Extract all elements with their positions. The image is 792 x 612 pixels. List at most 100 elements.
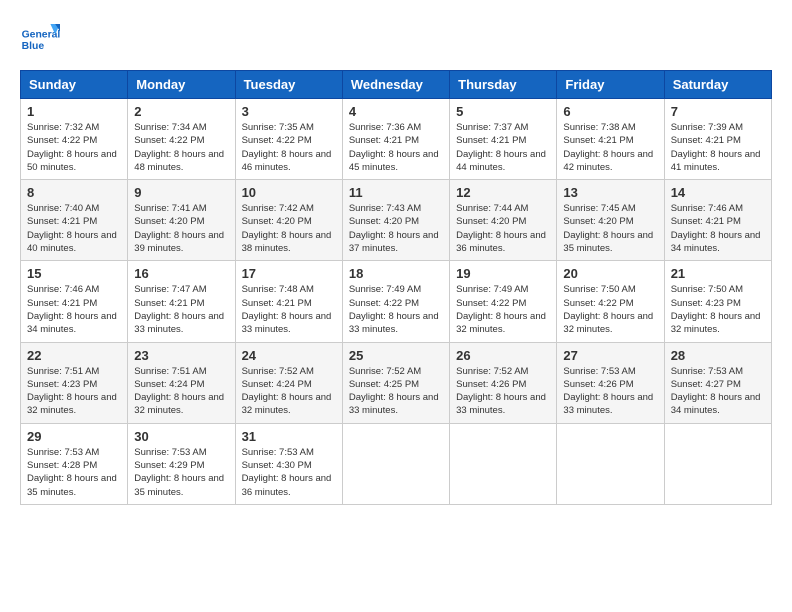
calendar-day-cell: 29 Sunrise: 7:53 AMSunset: 4:28 PMDayligh…: [21, 423, 128, 504]
day-info: Sunrise: 7:53 AMSunset: 4:28 PMDaylight:…: [27, 446, 121, 499]
calendar-day-cell: 4 Sunrise: 7:36 AMSunset: 4:21 PMDaylight…: [342, 99, 449, 180]
day-number: 11: [349, 185, 443, 200]
day-info: Sunrise: 7:46 AMSunset: 4:21 PMDaylight:…: [27, 283, 121, 336]
day-info: Sunrise: 7:35 AMSunset: 4:22 PMDaylight:…: [242, 121, 336, 174]
day-number: 18: [349, 266, 443, 281]
calendar-day-cell: 14Sunrise: 7:46 AMSunset: 4:21 PMDayligh…: [664, 180, 771, 261]
day-number: 31: [242, 429, 336, 444]
day-number: 29: [27, 429, 121, 444]
calendar-day-cell: 15Sunrise: 7:46 AMSunset: 4:21 PMDayligh…: [21, 261, 128, 342]
day-info: Sunrise: 7:50 AMSunset: 4:23 PMDaylight:…: [671, 283, 765, 336]
calendar-day-cell: 28 Sunrise: 7:53 AMSunset: 4:27 PMDayligh…: [664, 342, 771, 423]
calendar-day-cell: 30 Sunrise: 7:53 AMSunset: 4:29 PMDayligh…: [128, 423, 235, 504]
weekday-header-cell: Monday: [128, 71, 235, 99]
day-number: 28: [671, 348, 765, 363]
day-number: 5: [456, 104, 550, 119]
day-info: Sunrise: 7:45 AMSunset: 4:20 PMDaylight:…: [563, 202, 657, 255]
calendar-day-cell: 31 Sunrise: 7:53 AMSunset: 4:30 PMDayligh…: [235, 423, 342, 504]
day-info: Sunrise: 7:38 AMSunset: 4:21 PMDaylight:…: [563, 121, 657, 174]
day-info: Sunrise: 7:53 AMSunset: 4:30 PMDaylight:…: [242, 446, 336, 499]
day-info: Sunrise: 7:52 AMSunset: 4:24 PMDaylight:…: [242, 365, 336, 418]
logo-icon: General Blue: [20, 20, 60, 60]
calendar-week-row: 29 Sunrise: 7:53 AMSunset: 4:28 PMDayligh…: [21, 423, 772, 504]
calendar-day-cell: 22Sunrise: 7:51 AMSunset: 4:23 PMDayligh…: [21, 342, 128, 423]
calendar-day-cell: 7Sunrise: 7:39 AMSunset: 4:21 PMDaylight…: [664, 99, 771, 180]
calendar-day-cell: [342, 423, 449, 504]
calendar-week-row: 15Sunrise: 7:46 AMSunset: 4:21 PMDayligh…: [21, 261, 772, 342]
day-number: 12: [456, 185, 550, 200]
day-info: Sunrise: 7:53 AMSunset: 4:29 PMDaylight:…: [134, 446, 228, 499]
calendar-day-cell: 20 Sunrise: 7:50 AMSunset: 4:22 PMDayligh…: [557, 261, 664, 342]
day-info: Sunrise: 7:52 AMSunset: 4:25 PMDaylight:…: [349, 365, 443, 418]
day-info: Sunrise: 7:32 AMSunset: 4:22 PMDaylight:…: [27, 121, 121, 174]
day-info: Sunrise: 7:34 AMSunset: 4:22 PMDaylight:…: [134, 121, 228, 174]
day-number: 27: [563, 348, 657, 363]
day-number: 8: [27, 185, 121, 200]
weekday-header-cell: Saturday: [664, 71, 771, 99]
calendar-day-cell: 18 Sunrise: 7:49 AMSunset: 4:22 PMDayligh…: [342, 261, 449, 342]
calendar-week-row: 22Sunrise: 7:51 AMSunset: 4:23 PMDayligh…: [21, 342, 772, 423]
weekday-header-row: SundayMondayTuesdayWednesdayThursdayFrid…: [21, 71, 772, 99]
calendar-day-cell: 6 Sunrise: 7:38 AMSunset: 4:21 PMDaylight…: [557, 99, 664, 180]
calendar-day-cell: 5 Sunrise: 7:37 AMSunset: 4:21 PMDaylight…: [450, 99, 557, 180]
day-number: 6: [563, 104, 657, 119]
day-number: 16: [134, 266, 228, 281]
day-number: 3: [242, 104, 336, 119]
day-info: Sunrise: 7:43 AMSunset: 4:20 PMDaylight:…: [349, 202, 443, 255]
calendar-day-cell: 17Sunrise: 7:48 AMSunset: 4:21 PMDayligh…: [235, 261, 342, 342]
day-number: 9: [134, 185, 228, 200]
calendar-day-cell: [557, 423, 664, 504]
day-info: Sunrise: 7:52 AMSunset: 4:26 PMDaylight:…: [456, 365, 550, 418]
calendar-day-cell: 25 Sunrise: 7:52 AMSunset: 4:25 PMDayligh…: [342, 342, 449, 423]
weekday-header-cell: Tuesday: [235, 71, 342, 99]
day-number: 10: [242, 185, 336, 200]
weekday-header-cell: Sunday: [21, 71, 128, 99]
calendar-day-cell: 24 Sunrise: 7:52 AMSunset: 4:24 PMDayligh…: [235, 342, 342, 423]
day-number: 17: [242, 266, 336, 281]
calendar-day-cell: 13 Sunrise: 7:45 AMSunset: 4:20 PMDayligh…: [557, 180, 664, 261]
calendar-week-row: 8 Sunrise: 7:40 AMSunset: 4:21 PMDaylight…: [21, 180, 772, 261]
day-number: 14: [671, 185, 765, 200]
day-info: Sunrise: 7:41 AMSunset: 4:20 PMDaylight:…: [134, 202, 228, 255]
day-number: 23: [134, 348, 228, 363]
day-info: Sunrise: 7:39 AMSunset: 4:21 PMDaylight:…: [671, 121, 765, 174]
day-number: 1: [27, 104, 121, 119]
weekday-header-cell: Wednesday: [342, 71, 449, 99]
day-info: Sunrise: 7:36 AMSunset: 4:21 PMDaylight:…: [349, 121, 443, 174]
day-info: Sunrise: 7:40 AMSunset: 4:21 PMDaylight:…: [27, 202, 121, 255]
day-info: Sunrise: 7:53 AMSunset: 4:27 PMDaylight:…: [671, 365, 765, 418]
calendar-day-cell: 27 Sunrise: 7:53 AMSunset: 4:26 PMDayligh…: [557, 342, 664, 423]
calendar-day-cell: 19Sunrise: 7:49 AMSunset: 4:22 PMDayligh…: [450, 261, 557, 342]
day-info: Sunrise: 7:44 AMSunset: 4:20 PMDaylight:…: [456, 202, 550, 255]
day-number: 4: [349, 104, 443, 119]
day-number: 22: [27, 348, 121, 363]
calendar-body: 1 Sunrise: 7:32 AMSunset: 4:22 PMDaylight…: [21, 99, 772, 505]
day-info: Sunrise: 7:37 AMSunset: 4:21 PMDaylight:…: [456, 121, 550, 174]
calendar-day-cell: 10Sunrise: 7:42 AMSunset: 4:20 PMDayligh…: [235, 180, 342, 261]
day-number: 20: [563, 266, 657, 281]
day-number: 13: [563, 185, 657, 200]
day-info: Sunrise: 7:51 AMSunset: 4:24 PMDaylight:…: [134, 365, 228, 418]
day-number: 25: [349, 348, 443, 363]
day-info: Sunrise: 7:47 AMSunset: 4:21 PMDaylight:…: [134, 283, 228, 336]
day-number: 24: [242, 348, 336, 363]
day-info: Sunrise: 7:49 AMSunset: 4:22 PMDaylight:…: [349, 283, 443, 336]
calendar-day-cell: 11 Sunrise: 7:43 AMSunset: 4:20 PMDayligh…: [342, 180, 449, 261]
calendar-day-cell: 23 Sunrise: 7:51 AMSunset: 4:24 PMDayligh…: [128, 342, 235, 423]
day-info: Sunrise: 7:50 AMSunset: 4:22 PMDaylight:…: [563, 283, 657, 336]
day-number: 26: [456, 348, 550, 363]
calendar-day-cell: 21 Sunrise: 7:50 AMSunset: 4:23 PMDayligh…: [664, 261, 771, 342]
calendar-day-cell: 26 Sunrise: 7:52 AMSunset: 4:26 PMDayligh…: [450, 342, 557, 423]
weekday-header-cell: Friday: [557, 71, 664, 99]
day-info: Sunrise: 7:53 AMSunset: 4:26 PMDaylight:…: [563, 365, 657, 418]
svg-text:Blue: Blue: [22, 41, 45, 52]
day-number: 30: [134, 429, 228, 444]
calendar-day-cell: 1 Sunrise: 7:32 AMSunset: 4:22 PMDaylight…: [21, 99, 128, 180]
weekday-header-cell: Thursday: [450, 71, 557, 99]
calendar-day-cell: 8 Sunrise: 7:40 AMSunset: 4:21 PMDaylight…: [21, 180, 128, 261]
day-number: 21: [671, 266, 765, 281]
calendar-day-cell: 2Sunrise: 7:34 AMSunset: 4:22 PMDaylight…: [128, 99, 235, 180]
calendar-day-cell: [664, 423, 771, 504]
page-header: General Blue: [20, 20, 772, 60]
day-number: 19: [456, 266, 550, 281]
